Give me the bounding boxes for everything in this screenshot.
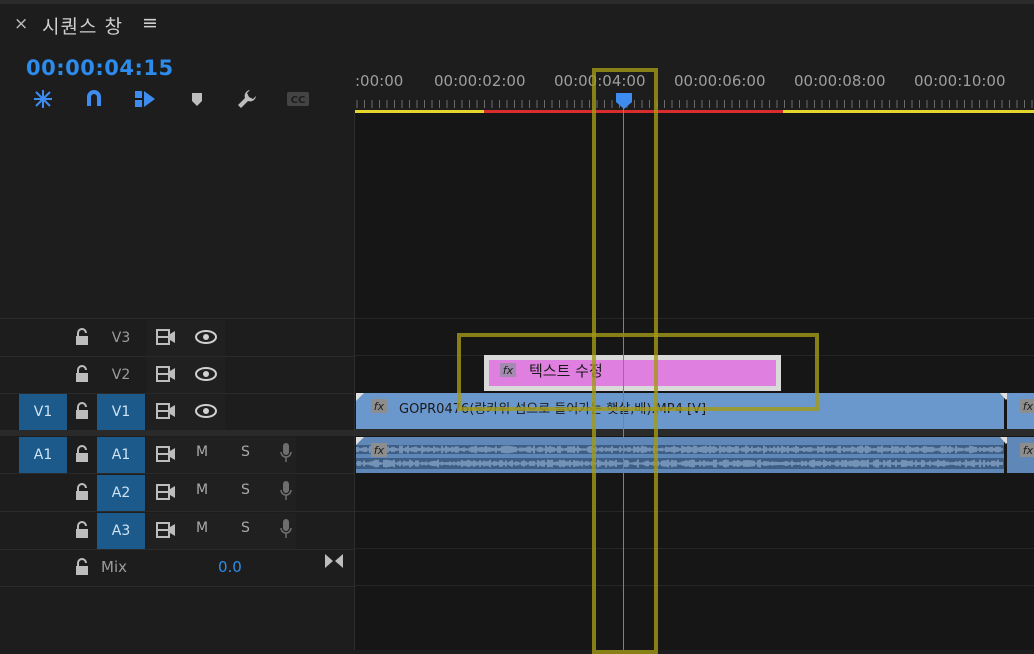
track-lock-icon[interactable]: [73, 520, 91, 540]
ruler-label: 00:00:08:00: [794, 72, 886, 90]
solo-button[interactable]: S: [241, 444, 250, 460]
clip-start-marker: [356, 437, 364, 445]
panel-menu-icon[interactable]: ≡: [142, 12, 158, 34]
track-name-a3[interactable]: A3: [97, 513, 145, 549]
track-name-a2[interactable]: A2: [97, 475, 145, 511]
fx-badge: fx: [371, 443, 387, 457]
mix-label: Mix: [101, 558, 127, 576]
eye-icon[interactable]: [194, 366, 218, 382]
add-marker-icon[interactable]: [185, 88, 209, 110]
sync-lock-icon[interactable]: [155, 328, 177, 346]
track-header-a2: A2 M S: [0, 474, 354, 512]
fx-badge: fx: [371, 399, 387, 413]
track-lock-icon[interactable]: [73, 482, 91, 502]
clip-start-marker: [356, 393, 364, 401]
ruler-label: 00:00:02:00: [434, 72, 526, 90]
track-name-v3[interactable]: V3: [97, 320, 145, 356]
snap-magnet-icon[interactable]: [82, 88, 106, 110]
track-lock-icon[interactable]: [73, 327, 91, 347]
track-name-v1[interactable]: V1: [97, 394, 145, 430]
track-lock-icon[interactable]: [73, 401, 91, 421]
ruler-ticks: [356, 100, 1033, 108]
sync-lock-icon[interactable]: [155, 445, 177, 463]
captions-cc-icon[interactable]: CC: [286, 88, 310, 110]
close-panel-button[interactable]: ×: [14, 14, 28, 34]
mute-button[interactable]: M: [196, 520, 208, 536]
microphone-icon[interactable]: [279, 442, 293, 464]
ruler-label: 00:00:10:00: [914, 72, 1006, 90]
insert-overwrite-icon[interactable]: [31, 88, 55, 110]
track-header-v2: V2: [0, 356, 354, 394]
fx-badge: fx: [1020, 399, 1034, 413]
go-to-edit-point-icon[interactable]: [323, 552, 345, 570]
panel-title[interactable]: 시퀀스 창: [42, 12, 123, 39]
panel-top-border: [0, 0, 1034, 4]
audio-waveform: [356, 445, 1004, 469]
eye-icon[interactable]: [194, 403, 218, 419]
track-header-a1: A1 A1 M S: [0, 436, 354, 474]
ruler-label: 00:00:06:00: [674, 72, 766, 90]
playhead-timecode[interactable]: 00:00:04:15: [26, 56, 174, 80]
track-header-v3: V3: [0, 318, 354, 357]
track-header-a3: A3 M S: [0, 512, 354, 550]
sync-lock-icon[interactable]: [155, 402, 177, 420]
solo-button[interactable]: S: [241, 482, 250, 498]
track-name-v2[interactable]: V2: [97, 357, 145, 393]
source-patch-a1[interactable]: A1: [19, 437, 67, 473]
track-header-v1: V1 V1: [0, 393, 354, 431]
track-separator: [355, 585, 1034, 586]
playhead-line[interactable]: [623, 104, 624, 650]
sync-lock-icon[interactable]: [155, 521, 177, 539]
playhead-handle[interactable]: [615, 92, 633, 110]
microphone-icon[interactable]: [279, 518, 293, 540]
highlight-box-horizontal: [457, 333, 819, 411]
ruler-label: :00:00: [355, 72, 404, 90]
track-separator: [355, 511, 1034, 512]
track-lock-icon[interactable]: [73, 557, 91, 577]
sync-lock-icon[interactable]: [155, 483, 177, 501]
mix-volume-value[interactable]: 0.0: [218, 558, 242, 576]
track-lock-icon[interactable]: [73, 444, 91, 464]
track-lock-icon[interactable]: [73, 364, 91, 384]
sync-lock-icon[interactable]: [155, 365, 177, 383]
track-separator: [355, 548, 1034, 549]
linked-selection-icon[interactable]: [133, 88, 157, 110]
mute-button[interactable]: M: [196, 444, 208, 460]
cc-label: CC: [291, 95, 306, 106]
video-audio-divider: [355, 429, 1034, 436]
audio-clip[interactable]: [356, 437, 1004, 473]
track-header-mix: [0, 549, 354, 587]
track-separator: [355, 318, 1034, 319]
source-patch-v1[interactable]: V1: [19, 394, 67, 430]
wrench-settings-icon[interactable]: [235, 88, 259, 110]
fx-badge: fx: [1020, 443, 1034, 457]
solo-button[interactable]: S: [241, 520, 250, 536]
eye-icon[interactable]: [194, 329, 218, 345]
microphone-icon[interactable]: [279, 480, 293, 502]
mute-button[interactable]: M: [196, 482, 208, 498]
track-name-a1[interactable]: A1: [97, 437, 145, 473]
